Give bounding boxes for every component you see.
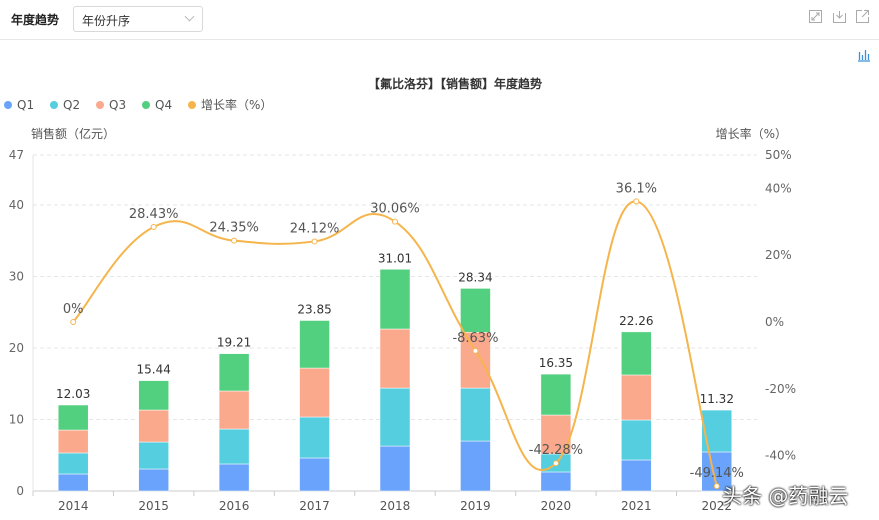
- y-tick-label: 10: [9, 413, 24, 427]
- chart: 【氟比洛芬】【销售额】年度趋势 Q1 Q2 Q3 Q4 增长率（%） 销售额（亿元） 增…: [4, 76, 796, 513]
- bar-q4[interactable]: [621, 331, 652, 376]
- bar-q1[interactable]: [621, 459, 652, 492]
- y-tick-label: 47: [9, 148, 24, 162]
- growth-label: -49.14%: [690, 466, 744, 481]
- bar-total-label: 19.21: [217, 336, 251, 350]
- watermark: 头条 @药融云: [722, 484, 849, 508]
- growth-label: 0%: [63, 302, 84, 317]
- legend-marker[interactable]: [96, 101, 104, 109]
- bar-q4[interactable]: [540, 373, 572, 416]
- y2-tick-label: -40%: [765, 449, 796, 463]
- bar-q1[interactable]: [57, 473, 89, 492]
- bar-q1[interactable]: [540, 471, 572, 492]
- legend-marker[interactable]: [188, 101, 196, 109]
- y-axis-label: 销售额（亿元）: [31, 126, 115, 141]
- y-tick-label: 40: [9, 198, 24, 212]
- bar-q2[interactable]: [701, 409, 733, 453]
- y-tick-label: 30: [9, 270, 24, 284]
- bar-q3[interactable]: [621, 374, 652, 421]
- bar-q3[interactable]: [379, 328, 411, 389]
- bar-q2[interactable]: [621, 419, 652, 461]
- x-tick-label: 2016: [219, 499, 250, 513]
- legend-marker[interactable]: [4, 101, 12, 109]
- bar-q1[interactable]: [218, 463, 250, 492]
- bar-q2[interactable]: [218, 428, 250, 465]
- growth-point[interactable]: [150, 224, 157, 231]
- y2-tick-label: 0%: [765, 315, 784, 329]
- bar-total-label: 22.26: [619, 314, 653, 328]
- bar-q2[interactable]: [379, 387, 411, 447]
- growth-label: 30.06%: [370, 202, 420, 217]
- bar-q4[interactable]: [218, 353, 250, 392]
- bar-q3[interactable]: [138, 409, 169, 443]
- growth-label: 24.12%: [290, 221, 340, 236]
- bar-q4[interactable]: [57, 404, 89, 431]
- legend-marker[interactable]: [50, 101, 58, 109]
- x-tick-label: 2015: [138, 499, 169, 513]
- bar-q2[interactable]: [138, 441, 169, 470]
- legend-item[interactable]: 增长率（%）: [201, 97, 272, 112]
- growth-point[interactable]: [633, 198, 640, 205]
- bar-total-label: 11.32: [700, 392, 734, 406]
- bar-q4[interactable]: [379, 269, 411, 330]
- bar-q1[interactable]: [460, 440, 491, 492]
- growth-point[interactable]: [70, 319, 77, 325]
- x-tick-label: 2019: [460, 499, 491, 513]
- y-tick-label: 0: [16, 484, 24, 498]
- growth-label: 24.35%: [209, 221, 259, 236]
- growth-point[interactable]: [713, 483, 720, 490]
- y-tick-label: 20: [9, 341, 24, 355]
- bar-q1[interactable]: [138, 468, 169, 492]
- bar-q2[interactable]: [57, 452, 89, 475]
- y2-axis-label: 增长率（%）: [716, 126, 787, 141]
- growth-point[interactable]: [231, 237, 238, 244]
- x-tick-label: 2021: [621, 499, 652, 513]
- growth-point[interactable]: [552, 460, 559, 467]
- legend-item[interactable]: Q3: [109, 98, 126, 112]
- x-tick-label: 2018: [380, 499, 411, 513]
- bar-q2[interactable]: [299, 416, 330, 459]
- bar-q4[interactable]: [460, 288, 491, 333]
- bar-total-label: 31.01: [378, 251, 412, 265]
- legend-item[interactable]: Q1: [17, 98, 34, 112]
- y2-tick-label: -20%: [765, 382, 796, 396]
- bar-q4[interactable]: [299, 320, 330, 369]
- growth-point[interactable]: [311, 238, 318, 245]
- bar-total-label: 16.35: [539, 356, 573, 370]
- growth-label: 36.1%: [616, 181, 657, 196]
- x-tick-label: 2014: [58, 499, 89, 513]
- bar-q1[interactable]: [379, 445, 411, 492]
- legend-marker[interactable]: [142, 101, 150, 109]
- x-tick-label: 2020: [541, 499, 572, 513]
- legend: Q1 Q2 Q3 Q4 增长率（%）: [4, 97, 272, 112]
- legend-item[interactable]: Q2: [63, 98, 80, 112]
- chart-title: 【氟比洛芬】【销售额】年度趋势: [368, 76, 542, 91]
- bar-q3[interactable]: [57, 429, 89, 454]
- bar-q2[interactable]: [460, 387, 491, 442]
- growth-point[interactable]: [472, 347, 479, 354]
- legend-item[interactable]: Q4: [155, 98, 172, 112]
- x-tick-label: 2017: [299, 499, 330, 513]
- y2-tick-label: 40%: [765, 181, 792, 195]
- growth-label: 28.43%: [129, 207, 179, 222]
- growth-label: -8.63%: [452, 331, 498, 346]
- bar-q3[interactable]: [299, 367, 330, 418]
- growth-label: -42.28%: [529, 443, 583, 458]
- y2-tick-label: 50%: [765, 148, 792, 162]
- y2-tick-label: 20%: [765, 248, 792, 262]
- bar-q3[interactable]: [218, 390, 250, 430]
- bar-total-label: 15.44: [136, 363, 170, 377]
- bar-total-label: 23.85: [297, 302, 331, 316]
- bar-q4[interactable]: [138, 380, 169, 411]
- bar-total-label: 28.34: [458, 270, 492, 284]
- bar-q1[interactable]: [299, 457, 330, 492]
- bar-total-label: 12.03: [56, 387, 90, 401]
- growth-point[interactable]: [392, 218, 398, 225]
